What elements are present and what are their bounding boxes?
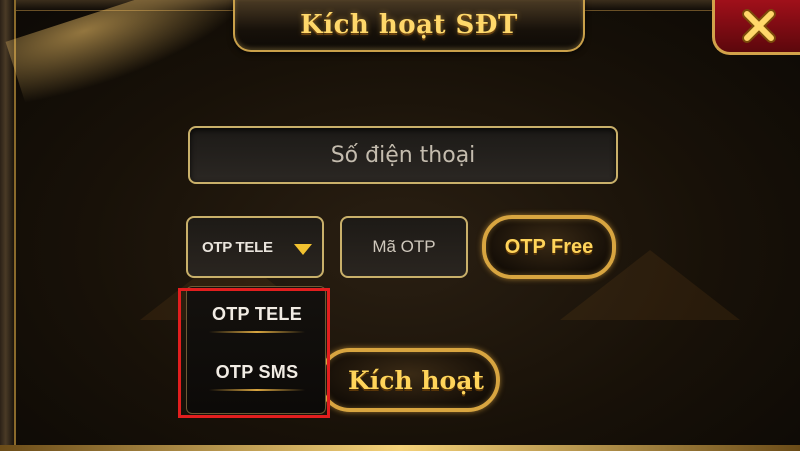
otp-free-button[interactable]: OTP Free [482, 215, 616, 279]
close-button[interactable] [712, 0, 800, 55]
activate-button[interactable]: Kích hoạt [318, 348, 500, 412]
otp-method-select[interactable]: OTP TELE [186, 216, 324, 278]
dialog-title: Kích hoạt SĐT [300, 10, 518, 40]
otp-code-input[interactable] [340, 216, 468, 278]
otp-method-selected-label: OTP TELE [202, 238, 273, 256]
dropdown-highlight-box [178, 288, 330, 418]
title-plate: Kích hoạt SĐT [233, 0, 585, 52]
activate-phone-dialog: Kích hoạt SĐT OTP TELE OTP Free Kích hoạ… [0, 0, 800, 451]
frame-bottom [0, 445, 800, 451]
activate-label: Kích hoạt [348, 365, 484, 395]
phone-number-input[interactable] [188, 126, 618, 184]
chevron-down-icon [294, 244, 312, 255]
otp-free-label: OTP Free [504, 235, 594, 258]
close-icon [742, 9, 776, 43]
